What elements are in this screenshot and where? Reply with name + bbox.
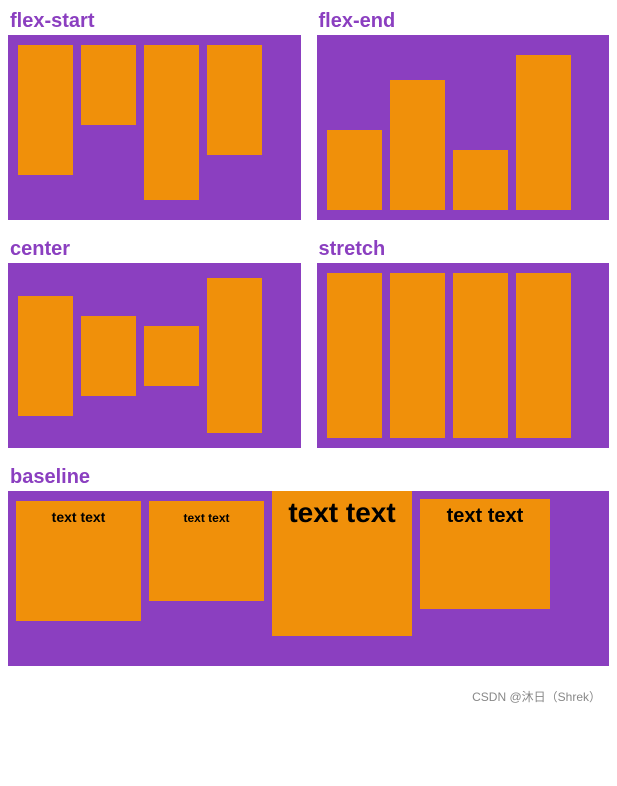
baseline-text-3: text text: [288, 497, 395, 529]
bar: [327, 130, 382, 210]
bar: [144, 45, 199, 200]
baseline-item-3: text text: [272, 491, 412, 636]
baseline-label: baseline: [8, 466, 609, 489]
bar: [390, 273, 445, 438]
flex-end-box: [317, 35, 610, 220]
baseline-item-4: text text: [420, 499, 550, 609]
center-section: center: [8, 238, 301, 448]
bar: [516, 55, 571, 210]
watermark: CSDN @沐日（Shrek）: [8, 684, 609, 705]
baseline-item-1: text text: [16, 501, 141, 621]
row-1: flex-start flex-end: [8, 10, 609, 220]
flex-start-label: flex-start: [8, 10, 301, 33]
flex-start-box: [8, 35, 301, 220]
baseline-section: baseline text text text text text text t…: [8, 466, 609, 666]
bar: [81, 45, 136, 125]
baseline-text-1: text text: [52, 509, 106, 525]
stretch-box: [317, 263, 610, 448]
baseline-box: text text text text text text text text: [8, 491, 609, 666]
flex-end-section: flex-end: [317, 10, 610, 220]
bar: [144, 326, 199, 386]
page-container: flex-start flex-end center: [0, 0, 617, 715]
bar: [207, 278, 262, 433]
bar: [18, 45, 73, 175]
stretch-label: stretch: [317, 238, 610, 261]
bar: [327, 273, 382, 438]
baseline-item-2: text text: [149, 501, 264, 601]
flex-end-label: flex-end: [317, 10, 610, 33]
row-2: center stretch: [8, 238, 609, 448]
bar: [516, 273, 571, 438]
baseline-text-2: text text: [183, 511, 229, 525]
baseline-text-4: text text: [447, 505, 524, 528]
flex-start-section: flex-start: [8, 10, 301, 220]
bar: [453, 150, 508, 210]
stretch-section: stretch: [317, 238, 610, 448]
center-box: [8, 263, 301, 448]
bar: [18, 296, 73, 416]
bar: [453, 273, 508, 438]
bar: [207, 45, 262, 155]
bar: [81, 316, 136, 396]
center-label: center: [8, 238, 301, 261]
bar: [390, 80, 445, 210]
